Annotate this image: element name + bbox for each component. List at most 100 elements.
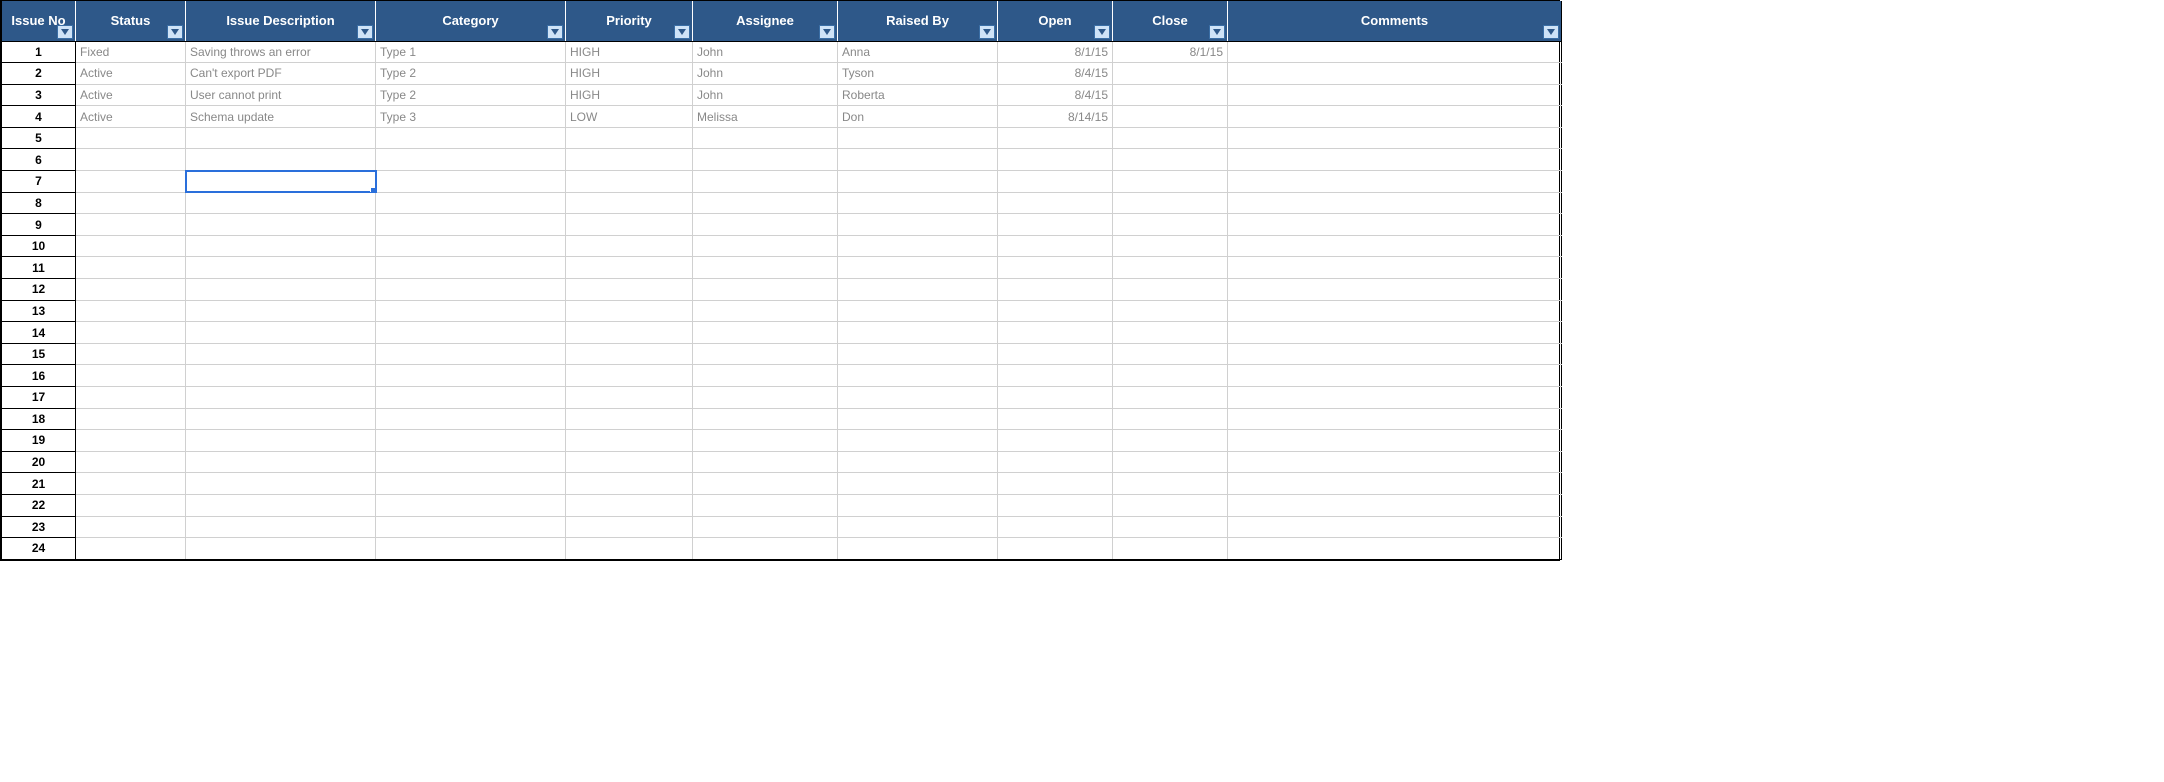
cell-priority[interactable] — [566, 430, 693, 452]
cell-priority[interactable] — [566, 171, 693, 193]
cell-assignee[interactable] — [693, 214, 838, 236]
cell-comments[interactable] — [1228, 279, 1562, 301]
cell-comments[interactable] — [1228, 365, 1562, 387]
cell-no[interactable]: 5 — [2, 127, 76, 149]
cell-description[interactable]: Can't export PDF — [186, 63, 376, 85]
cell-raised_by[interactable] — [838, 494, 998, 516]
header-category[interactable]: Category — [376, 1, 566, 41]
cell-open[interactable]: 8/4/15 — [998, 63, 1113, 85]
cell-raised_by[interactable] — [838, 257, 998, 279]
cell-priority[interactable] — [566, 516, 693, 538]
cell-category[interactable] — [376, 430, 566, 452]
cell-no[interactable]: 22 — [2, 494, 76, 516]
cell-comments[interactable] — [1228, 408, 1562, 430]
cell-description[interactable] — [186, 408, 376, 430]
cell-assignee[interactable] — [693, 127, 838, 149]
cell-assignee[interactable] — [693, 365, 838, 387]
cell-status[interactable] — [76, 235, 186, 257]
cell-raised_by[interactable] — [838, 343, 998, 365]
cell-priority[interactable] — [566, 343, 693, 365]
cell-priority[interactable] — [566, 127, 693, 149]
cell-comments[interactable] — [1228, 322, 1562, 344]
cell-priority[interactable] — [566, 235, 693, 257]
cell-no[interactable]: 14 — [2, 322, 76, 344]
cell-raised_by[interactable] — [838, 149, 998, 171]
cell-comments[interactable] — [1228, 300, 1562, 322]
cell-description[interactable] — [186, 387, 376, 409]
cell-open[interactable] — [998, 235, 1113, 257]
cell-close[interactable]: 8/1/15 — [1113, 41, 1228, 63]
cell-priority[interactable] — [566, 538, 693, 560]
cell-comments[interactable] — [1228, 473, 1562, 495]
cell-category[interactable] — [376, 279, 566, 301]
cell-raised_by[interactable] — [838, 279, 998, 301]
cell-category[interactable] — [376, 516, 566, 538]
cell-priority[interactable] — [566, 192, 693, 214]
cell-description[interactable] — [186, 516, 376, 538]
filter-category[interactable] — [547, 25, 563, 39]
cell-priority[interactable] — [566, 300, 693, 322]
cell-assignee[interactable] — [693, 235, 838, 257]
cell-status[interactable]: Active — [76, 84, 186, 106]
cell-open[interactable] — [998, 279, 1113, 301]
cell-category[interactable] — [376, 214, 566, 236]
cell-no[interactable]: 21 — [2, 473, 76, 495]
cell-assignee[interactable] — [693, 322, 838, 344]
cell-status[interactable] — [76, 214, 186, 236]
cell-comments[interactable] — [1228, 41, 1562, 63]
cell-priority[interactable] — [566, 387, 693, 409]
cell-open[interactable] — [998, 257, 1113, 279]
cell-open[interactable] — [998, 516, 1113, 538]
cell-no[interactable]: 13 — [2, 300, 76, 322]
cell-category[interactable] — [376, 322, 566, 344]
cell-open[interactable] — [998, 149, 1113, 171]
header-priority[interactable]: Priority — [566, 1, 693, 41]
cell-open[interactable] — [998, 343, 1113, 365]
cell-comments[interactable] — [1228, 149, 1562, 171]
cell-no[interactable]: 18 — [2, 408, 76, 430]
cell-status[interactable]: Fixed — [76, 41, 186, 63]
cell-status[interactable] — [76, 365, 186, 387]
filter-assignee[interactable] — [819, 25, 835, 39]
cell-priority[interactable]: HIGH — [566, 63, 693, 85]
filter-issue-no[interactable] — [57, 25, 73, 39]
cell-no[interactable]: 10 — [2, 235, 76, 257]
cell-comments[interactable] — [1228, 516, 1562, 538]
cell-assignee[interactable] — [693, 192, 838, 214]
cell-comments[interactable] — [1228, 343, 1562, 365]
cell-open[interactable] — [998, 192, 1113, 214]
cell-description[interactable]: Schema update — [186, 106, 376, 128]
cell-close[interactable] — [1113, 516, 1228, 538]
cell-comments[interactable] — [1228, 430, 1562, 452]
cell-description[interactable] — [186, 451, 376, 473]
cell-priority[interactable] — [566, 214, 693, 236]
cell-no[interactable]: 2 — [2, 63, 76, 85]
cell-status[interactable] — [76, 430, 186, 452]
cell-status[interactable]: Active — [76, 63, 186, 85]
header-status[interactable]: Status — [76, 1, 186, 41]
cell-assignee[interactable] — [693, 494, 838, 516]
cell-status[interactable] — [76, 451, 186, 473]
cell-open[interactable] — [998, 171, 1113, 193]
cell-priority[interactable] — [566, 279, 693, 301]
cell-raised_by[interactable]: Tyson — [838, 63, 998, 85]
cell-comments[interactable] — [1228, 387, 1562, 409]
cell-priority[interactable] — [566, 408, 693, 430]
cell-priority[interactable] — [566, 365, 693, 387]
cell-status[interactable] — [76, 322, 186, 344]
cell-open[interactable] — [998, 387, 1113, 409]
filter-status[interactable] — [167, 25, 183, 39]
header-description[interactable]: Issue Description — [186, 1, 376, 41]
cell-category[interactable]: Type 1 — [376, 41, 566, 63]
cell-category[interactable]: Type 2 — [376, 84, 566, 106]
cell-raised_by[interactable] — [838, 192, 998, 214]
cell-category[interactable] — [376, 451, 566, 473]
cell-assignee[interactable] — [693, 451, 838, 473]
cell-close[interactable] — [1113, 235, 1228, 257]
cell-priority[interactable]: HIGH — [566, 41, 693, 63]
cell-category[interactable] — [376, 171, 566, 193]
cell-status[interactable] — [76, 473, 186, 495]
cell-no[interactable]: 9 — [2, 214, 76, 236]
cell-assignee[interactable] — [693, 430, 838, 452]
cell-assignee[interactable]: Melissa — [693, 106, 838, 128]
